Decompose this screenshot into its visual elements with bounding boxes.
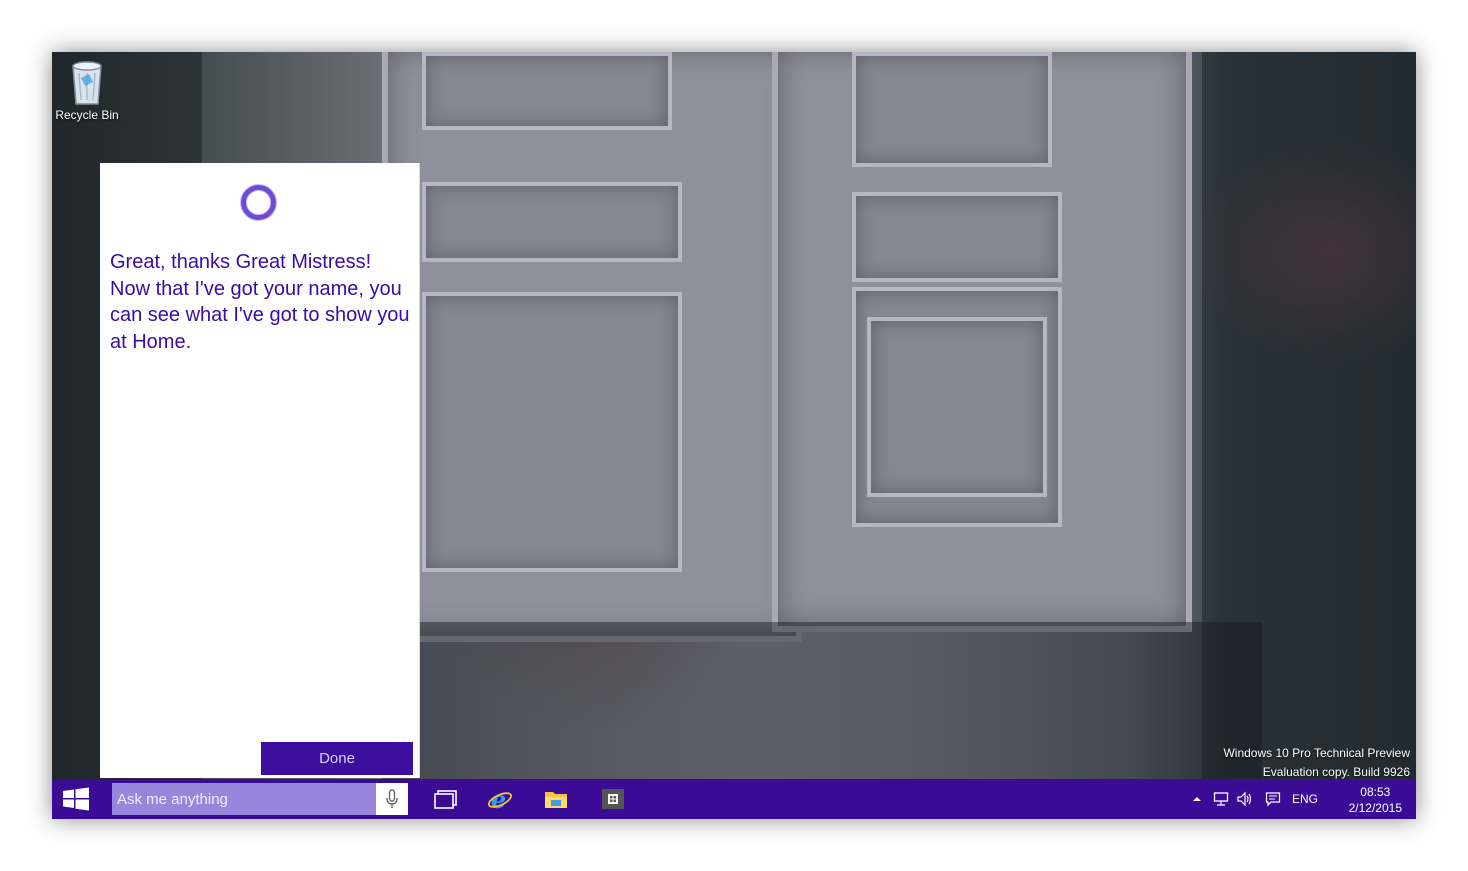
network-button[interactable]: [1210, 779, 1232, 819]
watermark-line-1: Windows 10 Pro Technical Preview: [1223, 746, 1410, 760]
taskbar: e: [52, 779, 1416, 819]
input-language-button[interactable]: ENG: [1288, 779, 1322, 819]
desktop-screen: Recycle Bin Great, thanks Great Mistress…: [52, 52, 1416, 819]
action-center-button[interactable]: [1262, 779, 1284, 819]
desktop-icon-label: Recycle Bin: [55, 108, 119, 122]
taskbar-app-file-explorer[interactable]: [530, 779, 582, 819]
file-explorer-icon: [545, 792, 567, 808]
desktop-icon-recycle-bin[interactable]: Recycle Bin: [54, 58, 120, 122]
wallpaper-panel: [867, 317, 1047, 497]
internet-explorer-icon: e: [488, 786, 512, 812]
search-box[interactable]: [112, 783, 408, 815]
windows-logo-icon: [63, 787, 89, 811]
start-button[interactable]: [52, 779, 100, 819]
microphone-button[interactable]: [376, 783, 408, 815]
wallpaper-panel: [422, 292, 682, 572]
volume-button[interactable]: [1234, 779, 1256, 819]
chevron-up-icon: [1193, 797, 1201, 801]
cortana-message: Great, thanks Great Mistress! Now that I…: [110, 251, 410, 353]
wallpaper-panel: [422, 182, 682, 262]
recycle-bin-icon: [72, 61, 102, 105]
store-icon: [602, 789, 624, 809]
taskbar-app-internet-explorer[interactable]: e: [474, 779, 526, 819]
clock-date: 2/12/2015: [1348, 801, 1402, 815]
volume-icon: [1237, 791, 1252, 807]
wallpaper-ledge: [382, 622, 1262, 779]
wallpaper-panel: [852, 52, 1052, 167]
task-view-icon: [434, 790, 457, 809]
microphone-icon: [386, 789, 398, 808]
clock[interactable]: 08:53 2/12/2015: [1349, 784, 1402, 816]
taskbar-app-store[interactable]: [587, 779, 639, 819]
network-icon: [1213, 792, 1229, 806]
cortana-ring-icon: [241, 185, 276, 220]
done-button[interactable]: Done: [261, 742, 413, 775]
wallpaper-panel: [852, 192, 1062, 282]
show-hidden-icons-button[interactable]: [1188, 779, 1206, 819]
wallpaper-panel: [422, 52, 672, 130]
build-watermark: Windows 10 Pro Technical Preview Evaluat…: [1223, 744, 1410, 782]
wallpaper-right-wall: [1202, 52, 1416, 779]
action-center-icon: [1265, 792, 1281, 807]
cortana-panel: Great, thanks Great Mistress! Now that I…: [100, 163, 420, 778]
clock-time: 08:53: [1360, 785, 1391, 799]
search-input[interactable]: [112, 783, 376, 815]
system-tray: ENG 08:53 2/12/2015: [1186, 779, 1416, 819]
taskbar-app-task-view[interactable]: [420, 779, 472, 819]
